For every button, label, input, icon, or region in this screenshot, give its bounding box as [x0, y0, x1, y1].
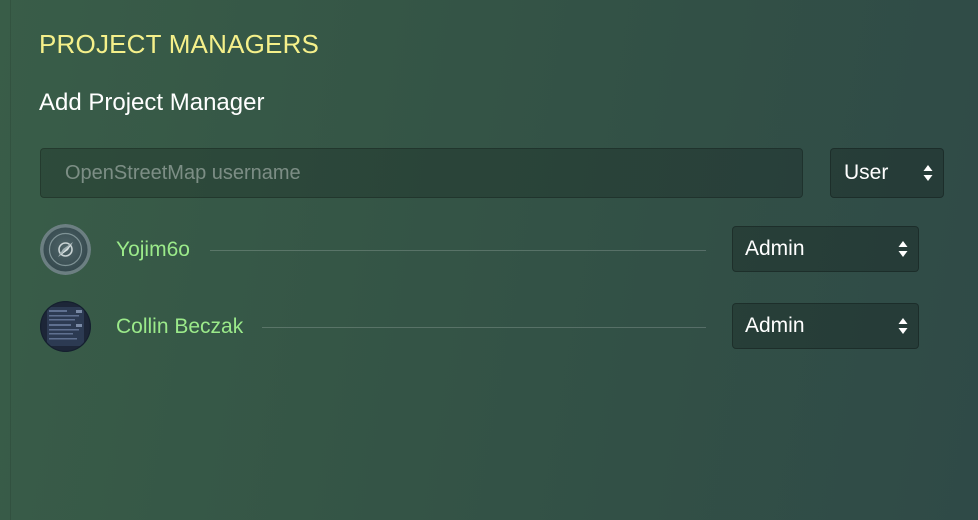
manager-role-select[interactable]: Admin	[732, 226, 919, 272]
manager-row: Collin Beczak Admin	[40, 301, 920, 353]
add-manager-heading: Add Project Manager	[39, 89, 265, 116]
manager-row: Yojim6o Admin	[40, 224, 920, 276]
new-manager-role-select[interactable]: User	[830, 148, 944, 198]
username-input[interactable]	[40, 148, 803, 198]
manager-name-link[interactable]: Yojim6o	[116, 238, 202, 262]
compass-avatar-icon	[40, 224, 91, 275]
row-divider	[210, 250, 706, 251]
select-arrows-icon	[898, 318, 908, 334]
section-title: PROJECT MANAGERS	[39, 29, 320, 59]
screenshot-avatar-image	[40, 301, 91, 352]
manager-name-link[interactable]: Collin Beczak	[116, 315, 255, 339]
select-arrows-icon	[923, 165, 933, 181]
row-divider	[262, 327, 706, 328]
select-arrows-icon	[898, 241, 908, 257]
new-manager-role-value: User	[844, 161, 889, 184]
manager-role-select[interactable]: Admin	[732, 303, 919, 349]
manager-role-value: Admin	[745, 314, 805, 337]
manager-role-value: Admin	[745, 237, 805, 260]
